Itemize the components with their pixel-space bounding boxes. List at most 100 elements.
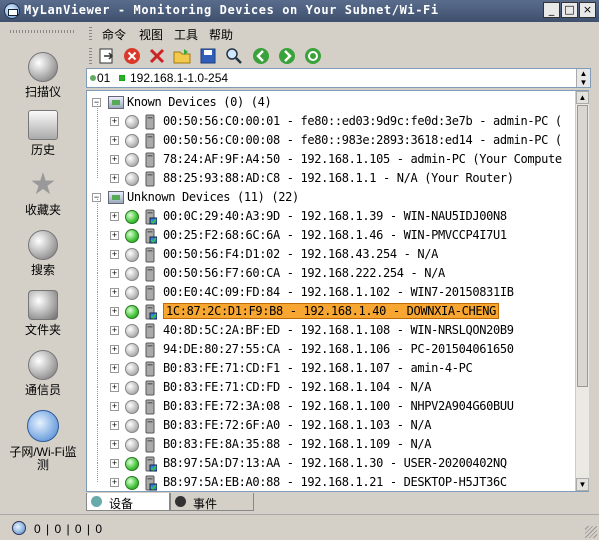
device-row[interactable]: +88:25:93:88:AD:C8 - 192.168.1.1 - N/A (… xyxy=(87,159,577,188)
expand-toggle[interactable]: + xyxy=(110,155,119,164)
refresh-icon[interactable] xyxy=(304,47,322,65)
expand-toggle[interactable]: + xyxy=(110,440,119,449)
tab-devices[interactable]: 设备 xyxy=(86,493,170,511)
sidebar-item-scanner[interactable]: 扫描仪 xyxy=(4,52,82,99)
device-row[interactable]: + B0:83:FE:72:3A:08 - 192.168.1.100 - NHP… xyxy=(87,387,577,416)
tree-connector xyxy=(97,463,98,482)
tree-connector xyxy=(97,425,98,444)
offline-status-icon xyxy=(125,248,139,262)
tree-scrollbar[interactable]: ▲ ▼ xyxy=(575,91,589,491)
expand-toggle[interactable]: + xyxy=(110,345,119,354)
device-row[interactable]: +00:E0:4C:09:FD:84 - 192.168.1.102 - WIN… xyxy=(87,273,577,302)
device-row[interactable]: +00:50:56:C0:00:08 - fe80::983e:2893:361… xyxy=(87,121,577,150)
save-icon[interactable] xyxy=(199,47,217,65)
computer-tower-icon xyxy=(145,228,157,244)
menu-command[interactable]: 命令 xyxy=(102,26,126,43)
device-group-icon xyxy=(108,191,124,204)
tree-group-row[interactable]: − Known Devices (0) (4) xyxy=(87,93,577,112)
address-dropdown-button[interactable]: ▲ ▼ xyxy=(576,69,590,87)
device-row-text: B8:97:5A:EB:A0:88 - 192.168.1.21 - DESKT… xyxy=(163,475,507,489)
device-row[interactable]: +00:50:56:F7:60:CA - 192.168.222.254 - N… xyxy=(87,254,577,283)
device-row[interactable]: +00:50:56:F4:D1:02 - 192.168.43.254 - N/… xyxy=(87,235,577,264)
scroll-thumb[interactable] xyxy=(577,105,588,387)
menu-view[interactable]: 视图 xyxy=(139,26,163,43)
app-icon[interactable] xyxy=(4,3,20,19)
close-button[interactable]: × xyxy=(579,2,596,18)
delete-icon[interactable] xyxy=(148,47,166,65)
expand-toggle[interactable]: + xyxy=(110,288,119,297)
device-row[interactable]: + B0:83:FE:71:CD:FD - 192.168.1.104 - N/A xyxy=(87,368,577,397)
online-status-icon xyxy=(125,305,139,319)
device-row[interactable]: + B8:97:5A:D7:13:AA - 192.168.1.30 - USER… xyxy=(87,444,577,473)
tree-group-row[interactable]: − Unknown Devices (11) (22) xyxy=(87,188,577,207)
device-row[interactable]: +78:24:AF:9F:A4:50 - 192.168.1.105 - adm… xyxy=(87,140,577,169)
expand-toggle[interactable]: + xyxy=(110,326,119,335)
resize-grip[interactable] xyxy=(585,526,597,538)
computer-tower-icon xyxy=(145,342,155,358)
open-folder-icon[interactable] xyxy=(173,47,191,65)
device-row[interactable]: + B0:83:FE:8A:35:88 - 192.168.1.109 - N/A xyxy=(87,425,577,454)
device-row[interactable]: +1C:87:2C:D1:F9:B8 - 192.168.1.40 - DOWN… xyxy=(87,292,577,321)
back-icon[interactable] xyxy=(252,47,270,65)
device-row[interactable]: +00:50:56:C0:00:01 - fe80::ed03:9d9c:fe0… xyxy=(87,102,577,131)
title-bar: MyLanViewer - Monitoring Devices on Your… xyxy=(0,0,599,22)
expand-toggle[interactable]: + xyxy=(110,478,119,487)
tree-connector xyxy=(97,121,98,140)
offline-status-icon xyxy=(125,324,139,338)
device-row-text: B0:83:FE:72:3A:08 - 192.168.1.100 - NHPV… xyxy=(163,399,514,413)
forward-icon[interactable] xyxy=(278,47,296,65)
menu-tools[interactable]: 工具 xyxy=(174,26,198,43)
stop-icon[interactable] xyxy=(123,47,141,65)
device-row[interactable]: +00:25:F2:68:6C:6A - 192.168.1.46 - WIN-… xyxy=(87,216,577,245)
expand-toggle[interactable]: + xyxy=(110,136,119,145)
sidebar-item-favorites[interactable]: ★ 收藏夹 xyxy=(4,170,82,217)
sidebar-item-search[interactable]: 搜索 xyxy=(4,230,82,277)
expand-toggle[interactable]: + xyxy=(110,212,119,221)
sidebar-item-label: 搜索 xyxy=(30,263,55,277)
address-bar[interactable]: 01 192.168.1-1.0-254 ▲ ▼ xyxy=(86,68,591,88)
expand-toggle[interactable]: + xyxy=(110,421,119,430)
device-row-text: 40:8D:5C:2A:BF:ED - 192.168.1.108 - WIN-… xyxy=(163,323,514,337)
computer-tower-icon xyxy=(145,304,157,320)
maximize-button[interactable]: □ xyxy=(561,2,578,18)
device-row[interactable]: +94:DE:80:27:55:CA - 192.168.1.106 - PC-… xyxy=(87,330,577,359)
sidebar-item-subnet-monitor[interactable]: 子网/Wi-Fi监测 xyxy=(4,410,82,472)
expand-toggle[interactable]: + xyxy=(110,250,119,259)
search-icon[interactable] xyxy=(225,47,243,65)
device-row[interactable]: +40:8D:5C:2A:BF:ED - 192.168.1.108 - WIN… xyxy=(87,311,577,340)
expand-toggle[interactable]: + xyxy=(110,364,119,373)
toolbar-grip[interactable] xyxy=(89,48,92,64)
menu-help[interactable]: 帮助 xyxy=(209,26,233,43)
scroll-up-arrow[interactable]: ▲ xyxy=(576,91,589,104)
expand-toggle[interactable]: + xyxy=(110,231,119,240)
sidebar-item-messenger[interactable]: 通信员 xyxy=(4,350,82,397)
device-group-icon xyxy=(108,96,124,109)
device-row[interactable]: +00:0C:29:40:A3:9D - 192.168.1.39 - WIN-… xyxy=(87,197,577,226)
expand-toggle[interactable]: + xyxy=(110,383,119,392)
scroll-down-arrow[interactable]: ▼ xyxy=(576,478,589,491)
tab-events[interactable]: 事件 xyxy=(170,493,254,511)
device-row[interactable]: + B0:83:FE:72:6F:A0 - 192.168.1.103 - N/A xyxy=(87,406,577,435)
device-tree[interactable]: − Known Devices (0) (4) +00:50:56:C0:00:01… xyxy=(86,90,589,492)
online-status-icon xyxy=(125,229,139,243)
folder-icon xyxy=(28,290,58,320)
tree-connector xyxy=(97,311,98,330)
device-row-text: B0:83:FE:8A:35:88 - 192.168.1.109 - N/A xyxy=(163,437,432,451)
sidebar-item-history[interactable]: 历史 xyxy=(4,110,82,157)
expand-toggle[interactable]: + xyxy=(110,402,119,411)
address-range-square-icon xyxy=(119,75,125,81)
sidebar-grip[interactable] xyxy=(10,30,76,33)
device-row-text: B0:83:FE:72:6F:A0 - 192.168.1.103 - N/A xyxy=(163,418,432,432)
menubar-grip[interactable] xyxy=(89,26,92,40)
expand-toggle[interactable]: + xyxy=(110,174,119,183)
expand-toggle[interactable]: + xyxy=(110,307,119,316)
minimize-button[interactable]: _ xyxy=(543,2,560,18)
sidebar-item-folder[interactable]: 文件夹 xyxy=(4,290,82,337)
expand-toggle[interactable]: + xyxy=(110,117,119,126)
device-row[interactable]: + B8:97:5A:EB:A0:88 - 192.168.1.21 - DESK… xyxy=(87,463,577,491)
expand-toggle[interactable]: + xyxy=(110,269,119,278)
expand-toggle[interactable]: + xyxy=(110,459,119,468)
device-row[interactable]: + B0:83:FE:71:CD:F1 - 192.168.1.107 - ami… xyxy=(87,349,577,378)
import-icon[interactable] xyxy=(98,47,116,65)
computer-tower-icon xyxy=(145,152,155,168)
